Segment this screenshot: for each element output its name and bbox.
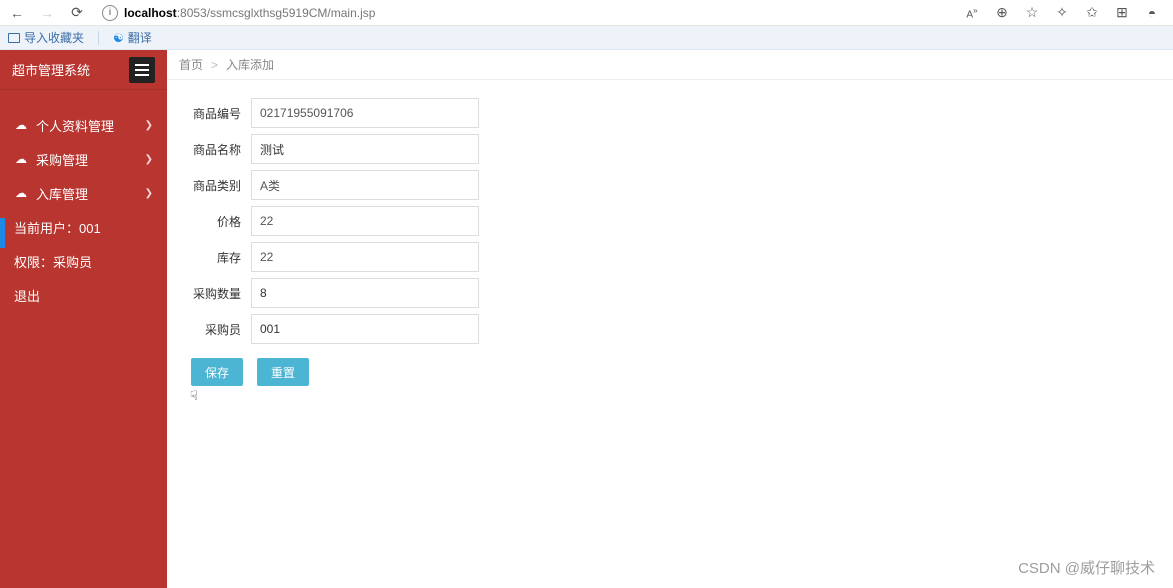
sidebar-item-purchase[interactable]: ☁ 采购管理 ❯: [0, 142, 167, 176]
form-actions: 保存 重置: [179, 358, 1161, 386]
sidebar-item-label: 个人资料管理: [36, 116, 114, 135]
field-value: 22: [251, 242, 479, 272]
field-label: 价格: [179, 206, 251, 236]
field-value: 02171955091706: [251, 98, 479, 128]
product-name-input[interactable]: [251, 134, 479, 164]
back-button[interactable]: ←: [6, 2, 28, 24]
read-aloud-icon[interactable]: A»: [961, 2, 983, 24]
translate-button[interactable]: ☯ 翻译: [113, 29, 152, 46]
field-value: 22: [251, 206, 479, 236]
field-label: 商品类别: [179, 170, 251, 200]
collections-icon[interactable]: ⊞: [1111, 2, 1133, 24]
current-user-label: 当前用户：001: [0, 210, 167, 244]
field-buyer: 采购员: [179, 314, 1161, 344]
import-favorites-label: 导入收藏夹: [24, 29, 84, 46]
zoom-icon[interactable]: ⊕: [991, 2, 1013, 24]
folder-icon: [8, 33, 20, 43]
form: 商品编号 02171955091706 商品名称 商品类别 A类 价格 22 库…: [167, 80, 1173, 404]
sidebar-item-label: 入库管理: [36, 184, 88, 203]
refresh-button[interactable]: ⟳: [66, 2, 88, 24]
sidebar-item-stock-in[interactable]: ☁ 入库管理 ❯: [0, 176, 167, 210]
profile-icon[interactable]: ◓: [1141, 2, 1163, 24]
url-text: localhost:8053/ssmcsglxthsg5919CM/main.j…: [124, 6, 375, 20]
field-label: 商品编号: [179, 98, 251, 128]
field-stock: 库存 22: [179, 242, 1161, 272]
toolbar-separator: [98, 31, 99, 45]
field-label: 商品名称: [179, 134, 251, 164]
field-product-name: 商品名称: [179, 134, 1161, 164]
field-price: 价格 22: [179, 206, 1161, 236]
translate-label: 翻译: [128, 29, 152, 46]
browser-toolbar-right: A» ⊕ ☆ ✧ ✩ ⊞ ◓: [961, 2, 1167, 24]
chevron-right-icon: ❯: [145, 154, 153, 165]
chevron-right-icon: ❯: [145, 120, 153, 131]
sidebar-item-label: 采购管理: [36, 150, 88, 169]
field-label: 采购数量: [179, 278, 251, 308]
active-indicator: [0, 218, 5, 248]
cloud-icon: ☁: [14, 186, 28, 200]
breadcrumb-separator: >: [211, 58, 218, 72]
sidebar-item-profile[interactable]: ☁ 个人资料管理 ❯: [0, 108, 167, 142]
main-content: 首页 > 入库添加 商品编号 02171955091706 商品名称 商品类别 …: [167, 50, 1173, 588]
cloud-icon: ☁: [14, 152, 28, 166]
buyer-input[interactable]: [251, 314, 479, 344]
cloud-icon: ☁: [14, 118, 28, 132]
sidebar-header: 超市管理系统: [0, 50, 167, 90]
site-info-icon[interactable]: i: [102, 5, 118, 21]
sidebar: 超市管理系统 ☁ 个人资料管理 ❯ ☁ 采购管理 ❯ ☁ 入库管理 ❯ 当前用户：00…: [0, 50, 167, 588]
extensions-icon[interactable]: ✧: [1051, 2, 1073, 24]
app-title: 超市管理系统: [12, 60, 90, 79]
reset-button[interactable]: 重置: [257, 358, 309, 386]
address-field[interactable]: i localhost:8053/ssmcsglxthsg5919CM/main…: [96, 5, 953, 21]
purchase-qty-input[interactable]: [251, 278, 479, 308]
app-container: 超市管理系统 ☁ 个人资料管理 ❯ ☁ 采购管理 ❯ ☁ 入库管理 ❯ 当前用户：00…: [0, 50, 1173, 588]
save-button[interactable]: 保存: [191, 358, 243, 386]
translate-icon: ☯: [113, 31, 124, 45]
field-purchase-qty: 采购数量: [179, 278, 1161, 308]
role-label: 权限：采购员: [0, 244, 167, 278]
field-value: A类: [251, 170, 479, 200]
browser-bookmarks-bar: 导入收藏夹 ☯ 翻译: [0, 26, 1173, 50]
watermark: CSDN @威仔聊技术: [1018, 557, 1155, 578]
breadcrumb-home[interactable]: 首页: [179, 56, 203, 73]
menu-toggle-icon[interactable]: [129, 57, 155, 83]
breadcrumb: 首页 > 入库添加: [167, 50, 1173, 80]
favorite-star-icon[interactable]: ☆: [1021, 2, 1043, 24]
logout-button[interactable]: 退出: [0, 278, 167, 312]
field-label: 采购员: [179, 314, 251, 344]
forward-button[interactable]: →: [36, 2, 58, 24]
field-label: 库存: [179, 242, 251, 272]
import-favorites-button[interactable]: 导入收藏夹: [8, 29, 84, 46]
breadcrumb-current: 入库添加: [226, 56, 274, 73]
field-category: 商品类别 A类: [179, 170, 1161, 200]
field-product-code: 商品编号 02171955091706: [179, 98, 1161, 128]
browser-address-bar: ← → ⟳ i localhost:8053/ssmcsglxthsg5919C…: [0, 0, 1173, 26]
chevron-right-icon: ❯: [145, 188, 153, 199]
favorites-bar-icon[interactable]: ✩: [1081, 2, 1103, 24]
